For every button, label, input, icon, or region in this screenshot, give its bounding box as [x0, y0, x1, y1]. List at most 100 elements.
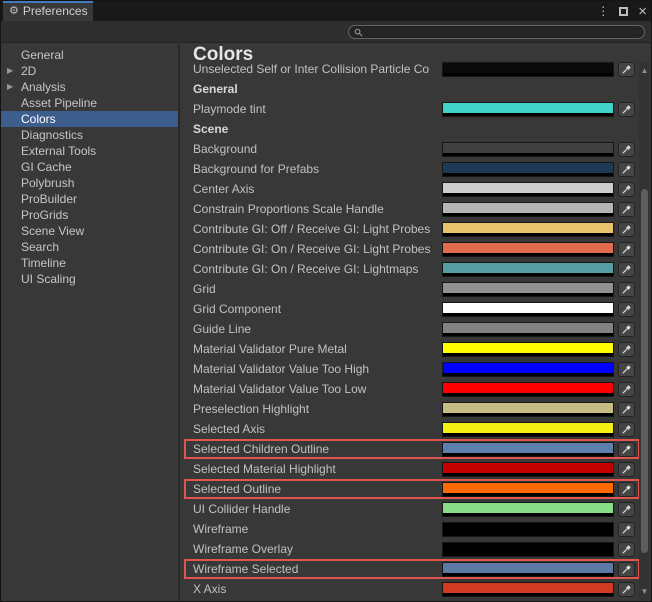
color-swatch[interactable]: [442, 541, 614, 557]
color-swatch[interactable]: [442, 381, 614, 397]
sidebar-item-ui-scaling[interactable]: ▶ UI Scaling: [1, 271, 178, 287]
color-swatch[interactable]: [442, 361, 614, 377]
color-swatch[interactable]: [442, 261, 614, 277]
sidebar-item-asset-pipeline[interactable]: ▶ Asset Pipeline: [1, 95, 178, 111]
scroll-up-icon[interactable]: ▲: [639, 65, 650, 77]
eyedropper-button[interactable]: [618, 61, 635, 77]
color-swatch[interactable]: [442, 101, 614, 117]
expand-arrow-icon[interactable]: ▶: [7, 63, 13, 79]
eyedropper-button[interactable]: [618, 361, 635, 377]
scrollbar[interactable]: ▲ ▼: [639, 61, 650, 600]
swatch-group: [442, 201, 635, 217]
color-swatch[interactable]: [442, 461, 614, 477]
eyedropper-button[interactable]: [618, 261, 635, 277]
color-swatch[interactable]: [442, 181, 614, 197]
color-swatch[interactable]: [442, 441, 614, 457]
eyedropper-icon: [622, 505, 631, 514]
eyedropper-button[interactable]: [618, 221, 635, 237]
color-swatch[interactable]: [442, 561, 614, 577]
alpha-bar: [443, 272, 613, 276]
alpha-bar: [443, 592, 613, 596]
eyedropper-button[interactable]: [618, 481, 635, 497]
eyedropper-button[interactable]: [618, 561, 635, 577]
eyedropper-button[interactable]: [618, 341, 635, 357]
color-row: Contribute GI: On / Receive GI: Lightmap…: [182, 259, 651, 279]
alpha-bar: [443, 492, 613, 496]
maximize-icon[interactable]: [619, 6, 629, 16]
eyedropper-icon: [622, 445, 631, 454]
eyedropper-button[interactable]: [618, 501, 635, 517]
color-row-label: Playmode tint: [193, 102, 266, 116]
eyedropper-button[interactable]: [618, 381, 635, 397]
sidebar-item-external-tools[interactable]: ▶ External Tools: [1, 143, 178, 159]
color-swatch[interactable]: [442, 221, 614, 237]
eyedropper-button[interactable]: [618, 301, 635, 317]
scroll-down-icon[interactable]: ▼: [639, 586, 650, 598]
eyedropper-button[interactable]: [618, 161, 635, 177]
color-swatch[interactable]: [442, 161, 614, 177]
eyedropper-button[interactable]: [618, 421, 635, 437]
color-row-label: X Axis: [193, 582, 227, 596]
eyedropper-button[interactable]: [618, 521, 635, 537]
sidebar-item-timeline[interactable]: ▶ Timeline: [1, 255, 178, 271]
eyedropper-button[interactable]: [618, 241, 635, 257]
sidebar-item-search[interactable]: ▶ Search: [1, 239, 178, 255]
eyedropper-button[interactable]: [618, 141, 635, 157]
color-swatch[interactable]: [442, 301, 614, 317]
color-row-label: Preselection Highlight: [193, 402, 310, 416]
eyedropper-button[interactable]: [618, 461, 635, 477]
eyedropper-button[interactable]: [618, 181, 635, 197]
sidebar-item-progrids[interactable]: ▶ ProGrids: [1, 207, 178, 223]
color-swatch[interactable]: [442, 321, 614, 337]
color-swatch[interactable]: [442, 241, 614, 257]
eyedropper-button[interactable]: [618, 101, 635, 117]
color-swatch[interactable]: [442, 61, 614, 77]
sidebar-item-gi-cache[interactable]: ▶ GI Cache: [1, 159, 178, 175]
color-row: Material Validator Pure Metal: [182, 339, 651, 359]
sidebar-item-colors[interactable]: ▶ Colors: [1, 111, 178, 127]
color-swatch[interactable]: [442, 421, 614, 437]
alpha-bar: [443, 412, 613, 416]
eyedropper-button[interactable]: [618, 321, 635, 337]
kebab-menu-icon[interactable]: ⋮: [597, 4, 609, 18]
color-swatch[interactable]: [442, 521, 614, 537]
color-swatch[interactable]: [442, 481, 614, 497]
eyedropper-button[interactable]: [618, 441, 635, 457]
swatch-group: [442, 281, 635, 297]
eyedropper-button[interactable]: [618, 401, 635, 417]
sidebar-item-analysis[interactable]: ▶ Analysis: [1, 79, 178, 95]
color-swatch[interactable]: [442, 501, 614, 517]
eyedropper-button[interactable]: [618, 201, 635, 217]
search-input[interactable]: [348, 25, 645, 39]
color-swatch[interactable]: [442, 581, 614, 597]
sidebar-item-label: Analysis: [21, 80, 66, 94]
expand-arrow-icon[interactable]: ▶: [7, 79, 13, 95]
color-swatch[interactable]: [442, 341, 614, 357]
alpha-bar: [443, 192, 613, 196]
sidebar-item-polybrush[interactable]: ▶ Polybrush: [1, 175, 178, 191]
eyedropper-button[interactable]: [618, 281, 635, 297]
color-row-label: Wireframe: [193, 522, 249, 536]
alpha-bar: [443, 152, 613, 156]
titlebar: ⚙ Preferences ⋮ ×: [1, 1, 651, 21]
close-icon[interactable]: ×: [638, 4, 647, 19]
eyedropper-icon: [622, 545, 631, 554]
sidebar-item-2d[interactable]: ▶ 2D: [1, 63, 178, 79]
eyedropper-icon: [622, 345, 631, 354]
color-row: Wireframe Selected: [182, 559, 651, 579]
eyedropper-button[interactable]: [618, 581, 635, 597]
color-row: X Axis: [182, 579, 651, 599]
sidebar-item-diagnostics[interactable]: ▶ Diagnostics: [1, 127, 178, 143]
sidebar-item-general[interactable]: ▶ General: [1, 47, 178, 63]
eyedropper-button[interactable]: [618, 541, 635, 557]
color-swatch[interactable]: [442, 281, 614, 297]
color-row: UI Collider Handle: [182, 499, 651, 519]
color-swatch[interactable]: [442, 141, 614, 157]
color-swatch[interactable]: [442, 401, 614, 417]
scrollbar-thumb[interactable]: [641, 189, 648, 553]
sidebar-item-probuilder[interactable]: ▶ ProBuilder: [1, 191, 178, 207]
tab-preferences[interactable]: ⚙ Preferences: [3, 1, 93, 21]
sidebar-item-scene-view[interactable]: ▶ Scene View: [1, 223, 178, 239]
alpha-bar: [443, 332, 613, 336]
color-swatch[interactable]: [442, 201, 614, 217]
